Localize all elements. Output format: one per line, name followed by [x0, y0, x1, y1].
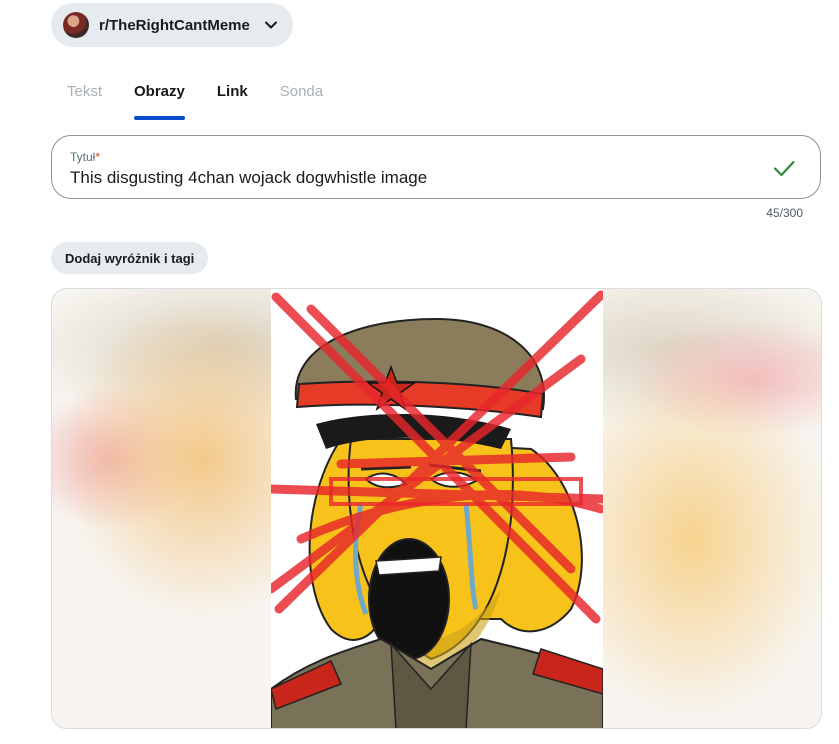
tab-images[interactable]: Obrazy — [134, 70, 185, 120]
tab-text[interactable]: Tekst — [67, 70, 102, 120]
title-label-text: Tytuł — [70, 150, 96, 164]
community-avatar — [63, 12, 89, 38]
add-flair-tags-button[interactable]: Dodaj wyróżnik i tagi — [51, 242, 209, 274]
community-selector[interactable]: r/TheRightCantMeme — [51, 3, 293, 47]
community-name: r/TheRightCantMeme — [99, 16, 250, 34]
required-marker: * — [95, 150, 101, 164]
tab-link[interactable]: Link — [217, 70, 248, 120]
uploaded-meme-image — [271, 289, 603, 728]
chevron-down-icon — [264, 18, 278, 32]
image-preview[interactable] — [51, 288, 822, 729]
check-icon — [772, 156, 796, 180]
title-input[interactable] — [70, 168, 730, 188]
title-label: Tytuł* — [70, 150, 100, 164]
title-char-counter: 45/300 — [766, 206, 803, 220]
post-type-tabs: Tekst Obrazy Link Sonda — [51, 70, 339, 120]
title-field[interactable]: Tytuł* — [51, 135, 821, 199]
tab-poll[interactable]: Sonda — [280, 70, 323, 120]
